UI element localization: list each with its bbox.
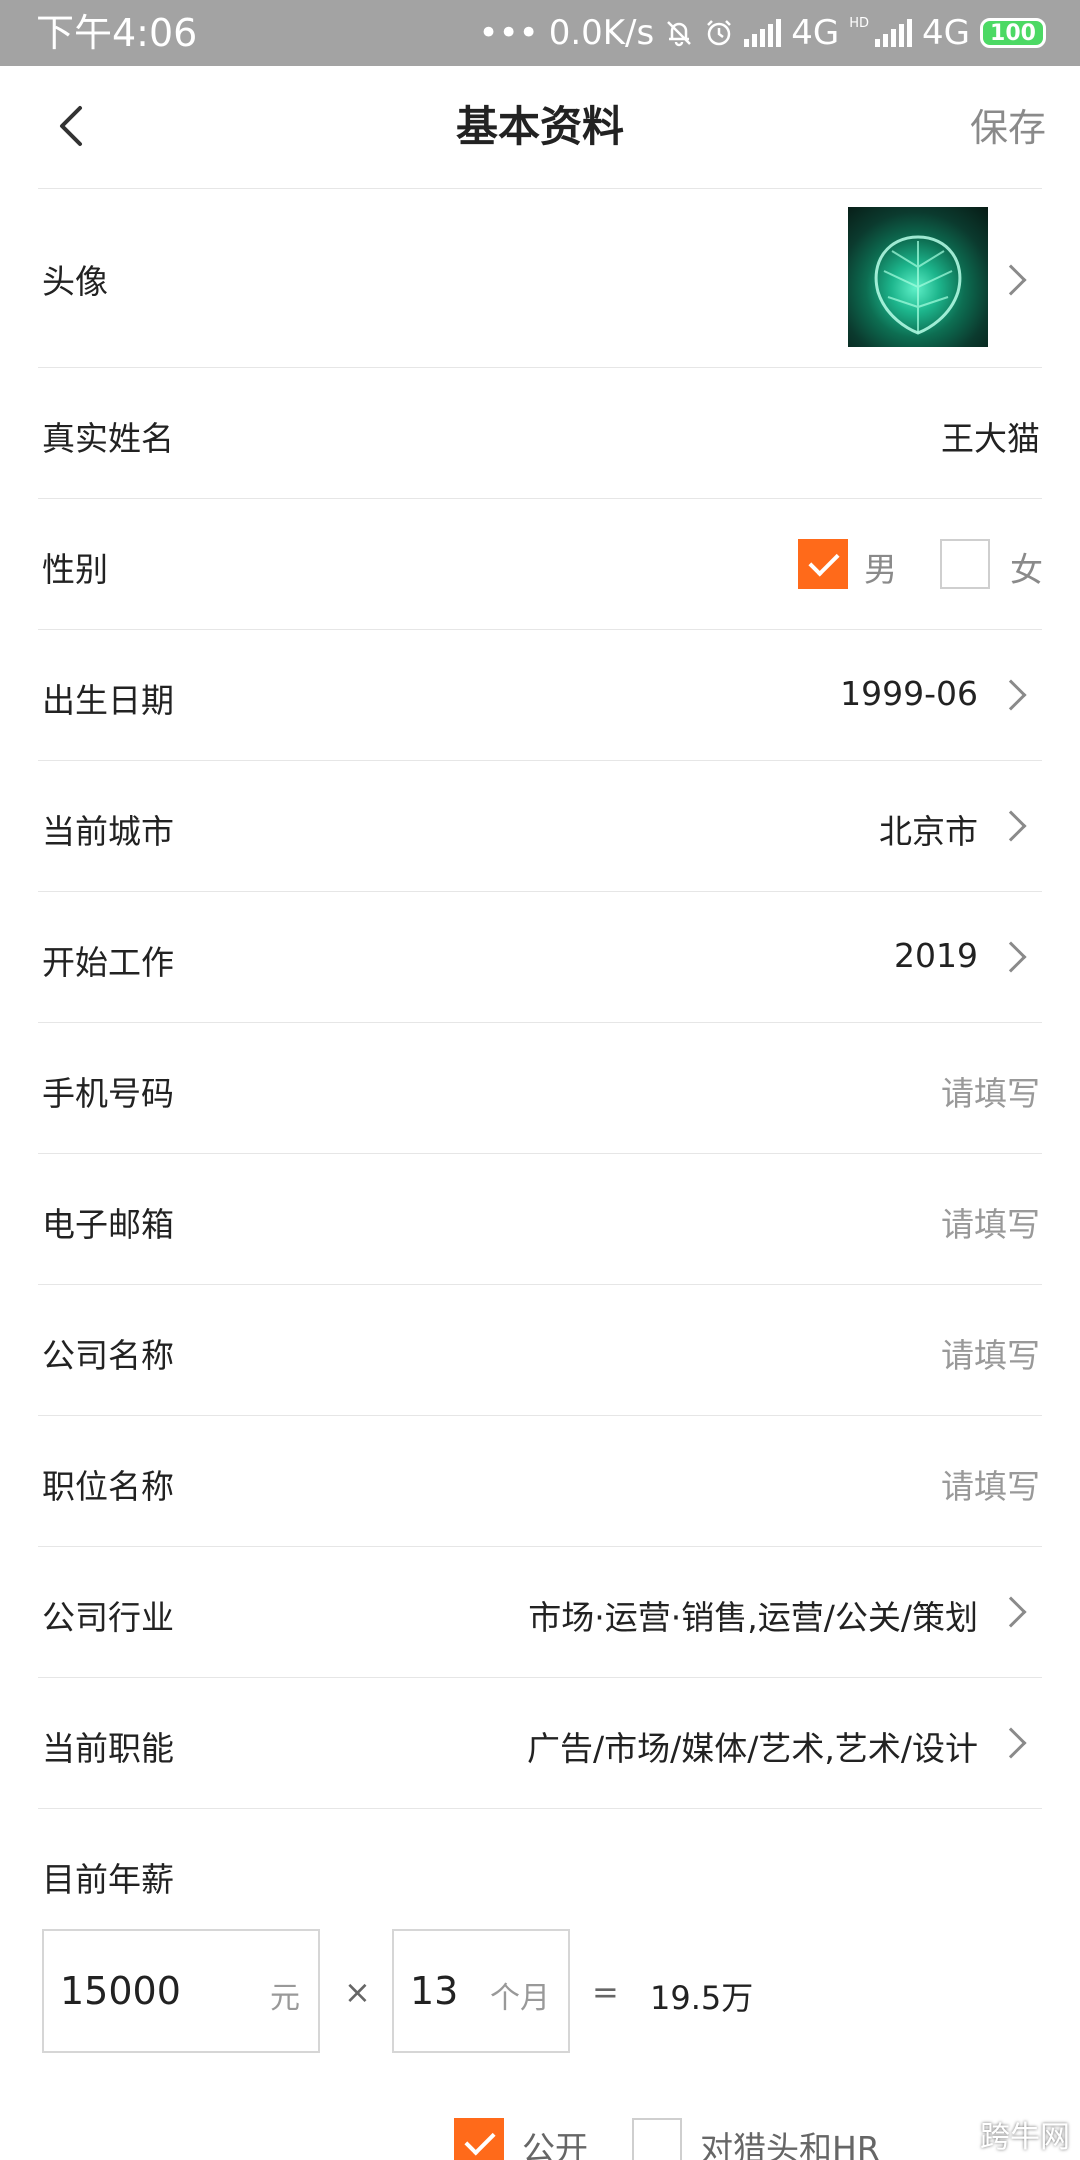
function-label: 当前职能	[42, 1729, 174, 1768]
equals-sign: =	[592, 1973, 619, 2011]
row-gender: 性别 男 女	[38, 499, 1043, 629]
chevron-right-icon	[995, 941, 1027, 973]
leaf-image-icon	[874, 235, 962, 335]
monthly-salary-value: 15000	[60, 1969, 181, 2013]
battery-icon: 100	[980, 18, 1046, 48]
real-name-value: 王大猫	[941, 419, 1040, 458]
row-email[interactable]: 电子邮箱 请填写	[38, 1154, 1042, 1284]
watermark: 跨牛网	[980, 2120, 1070, 2155]
monthly-salary-input[interactable]: 15000 元	[42, 1929, 320, 2053]
start-work-label: 开始工作	[42, 943, 174, 982]
birth-date-label: 出生日期	[42, 681, 174, 720]
current-city-value: 北京市	[879, 812, 978, 851]
company-name-input[interactable]: 请填写	[941, 1329, 1040, 1377]
industry-value: 市场·运营·销售,运营/公关/策划	[528, 1598, 978, 1637]
avatar[interactable]	[848, 207, 988, 347]
row-phone[interactable]: 手机号码 请填写	[38, 1023, 1042, 1153]
industry-label: 公司行业	[42, 1598, 174, 1637]
public-checkbox[interactable]	[454, 2118, 504, 2160]
header: 基本资料 保存	[0, 66, 1080, 188]
row-current-city[interactable]: 当前城市 北京市	[38, 761, 1042, 891]
row-industry[interactable]: 公司行业 市场·运营·销售,运营/公关/策划	[38, 1547, 1042, 1677]
job-title-input[interactable]: 请填写	[941, 1460, 1040, 1508]
email-input[interactable]: 请填写	[941, 1198, 1040, 1246]
row-function[interactable]: 当前职能 广告/市场/媒体/艺术,艺术/设计	[38, 1678, 1042, 1808]
row-start-work[interactable]: 开始工作 2019	[38, 892, 1042, 1022]
network-type-1: 4G	[791, 13, 840, 53]
page-title: 基本资料	[455, 102, 624, 151]
gender-male-label[interactable]: 男	[864, 543, 897, 591]
visibility-options: 公开 对猎头和HR	[38, 2108, 1042, 2160]
multiply-sign: ×	[344, 1973, 371, 2011]
row-birth-date[interactable]: 出生日期 1999-06	[38, 630, 1042, 760]
months-input[interactable]: 13 个月	[392, 1929, 570, 2053]
row-avatar[interactable]: 头像	[38, 189, 1042, 367]
start-work-value: 2019	[894, 936, 978, 975]
current-city-label: 当前城市	[42, 812, 174, 851]
chevron-right-icon	[995, 1596, 1027, 1628]
hd-badge: HD	[849, 15, 870, 31]
function-value: 广告/市场/媒体/艺术,艺术/设计	[527, 1729, 978, 1768]
birth-date-value: 1999-06	[840, 674, 978, 713]
status-icons: ••• 0.0K/s 4G HD 4G 100	[479, 10, 1046, 56]
months-value: 13	[410, 1969, 459, 2013]
hide-from-hr-checkbox[interactable]	[632, 2118, 682, 2160]
save-button[interactable]: 保存	[970, 104, 1046, 152]
phone-input[interactable]: 请填写	[941, 1067, 1040, 1115]
gender-male-checkbox[interactable]	[798, 539, 848, 589]
chevron-right-icon	[995, 810, 1027, 842]
chevron-right-icon	[995, 679, 1027, 711]
network-type-2: 4G	[922, 13, 970, 53]
gender-female-checkbox[interactable]	[940, 539, 990, 589]
status-bar: 下午4:06 ••• 0.0K/s 4G HD 4G 100	[0, 0, 1080, 66]
status-time: 下午4:06	[36, 11, 198, 55]
email-label: 电子邮箱	[42, 1205, 174, 1244]
bell-muted-icon	[667, 21, 692, 47]
hide-from-hr-label[interactable]: 对猎头和HR	[700, 2122, 880, 2160]
avatar-label: 头像	[42, 262, 108, 301]
monthly-salary-unit: 元	[270, 1981, 300, 2016]
gender-label: 性别	[42, 550, 108, 589]
months-unit: 个月	[490, 1981, 550, 2016]
salary-label: 目前年薪	[42, 1860, 174, 1899]
row-job-title[interactable]: 职位名称 请填写	[38, 1416, 1042, 1546]
more-dots-icon: •••	[478, 13, 539, 53]
gender-female-label[interactable]: 女	[1010, 543, 1043, 591]
signal-icon	[744, 19, 782, 47]
row-real-name[interactable]: 真实姓名 王大猫	[38, 368, 1042, 498]
annual-salary-total: 19.5万	[650, 1979, 754, 2017]
public-label[interactable]: 公开	[522, 2122, 588, 2160]
chevron-right-icon	[995, 264, 1027, 296]
alarm-icon	[707, 20, 732, 46]
net-speed: 0.0K/s	[548, 13, 655, 53]
company-name-label: 公司名称	[42, 1336, 174, 1375]
job-title-label: 职位名称	[42, 1467, 174, 1506]
phone-label: 手机号码	[42, 1074, 174, 1113]
row-company-name[interactable]: 公司名称 请填写	[38, 1285, 1042, 1415]
signal-icon-2	[875, 19, 913, 47]
chevron-right-icon	[995, 1727, 1027, 1759]
real-name-label: 真实姓名	[42, 419, 174, 458]
salary-section: 目前年薪 15000 元 × 13 个月 = 19.5万	[38, 1809, 1042, 2109]
